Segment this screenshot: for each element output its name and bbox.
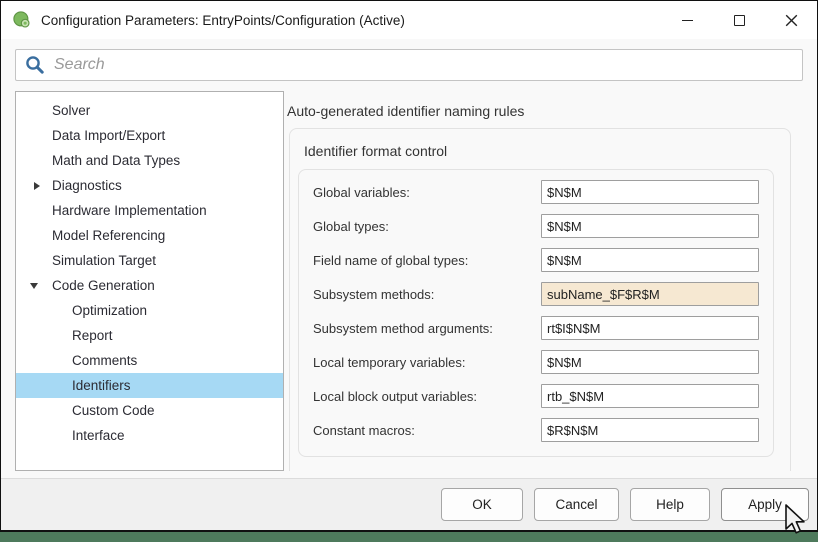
minimize-icon <box>681 19 693 21</box>
field-name-of-global-types-input[interactable] <box>541 248 759 272</box>
category-tree: Solver Data Import/Export Math and Data … <box>15 91 284 471</box>
minimize-button[interactable] <box>661 1 713 39</box>
settings-panel: Auto-generated identifier naming rules I… <box>285 91 815 471</box>
simulink-logo-icon <box>13 11 30 28</box>
sidebar-item-custom-code[interactable]: Custom Code <box>16 398 283 423</box>
field-row-global-types: Global types: <box>313 214 759 238</box>
field-label: Subsystem methods: <box>313 286 435 302</box>
identifier-format-group: Global variables: Global types: Field na… <box>298 169 774 457</box>
close-icon <box>785 14 797 26</box>
sidebar-item-interface[interactable]: Interface <box>16 423 283 448</box>
help-button[interactable]: Help <box>630 488 710 521</box>
field-label: Global types: <box>313 218 389 234</box>
collapsed-arrow-icon[interactable] <box>34 173 48 198</box>
button-bar: OK Cancel Help Apply <box>1 478 817 530</box>
subsystem-method-arguments-input[interactable] <box>541 316 759 340</box>
mouse-arrow-cursor <box>785 504 805 534</box>
field-label: Subsystem method arguments: <box>313 320 493 336</box>
global-types-input[interactable] <box>541 214 759 238</box>
field-row-local-temporary-variables: Local temporary variables: <box>313 350 759 374</box>
maximize-button[interactable] <box>713 1 765 39</box>
field-row-field-name-of-global-types: Field name of global types: <box>313 248 759 272</box>
sidebar-item-comments[interactable]: Comments <box>16 348 283 373</box>
subsystem-methods-input[interactable] <box>541 282 759 306</box>
sidebar-item-hardware-implementation[interactable]: Hardware Implementation <box>16 198 283 223</box>
sidebar-item-label: Code Generation <box>52 278 155 293</box>
sidebar-item-report[interactable]: Report <box>16 323 283 348</box>
field-label: Constant macros: <box>313 422 415 438</box>
configuration-parameters-dialog: Configuration Parameters: EntryPoints/Co… <box>0 0 818 532</box>
sidebar-item-data-import-export[interactable]: Data Import/Export <box>16 123 283 148</box>
naming-rules-group: Identifier format control Global variabl… <box>289 128 791 471</box>
window-title: Configuration Parameters: EntryPoints/Co… <box>41 12 405 28</box>
expanded-arrow-icon[interactable] <box>30 273 44 298</box>
sidebar-item-model-referencing[interactable]: Model Referencing <box>16 223 283 248</box>
search-icon <box>26 56 44 74</box>
sidebar-item-optimization[interactable]: Optimization <box>16 298 283 323</box>
ok-button[interactable]: OK <box>441 488 523 521</box>
maximize-icon <box>733 14 745 26</box>
field-row-subsystem-method-arguments: Subsystem method arguments: <box>313 316 759 340</box>
sidebar-item-identifiers[interactable]: Identifiers <box>16 373 283 398</box>
panel-heading: Auto-generated identifier naming rules <box>287 103 525 119</box>
field-row-constant-macros: Constant macros: <box>313 418 759 442</box>
search-input[interactable] <box>54 56 794 74</box>
field-row-global-variables: Global variables: <box>313 180 759 204</box>
field-label: Local block output variables: <box>313 388 478 404</box>
sidebar-item-code-generation[interactable]: Code Generation <box>16 273 283 298</box>
field-label: Field name of global types: <box>313 252 469 268</box>
constant-macros-input[interactable] <box>541 418 759 442</box>
local-temporary-variables-input[interactable] <box>541 350 759 374</box>
field-label: Global variables: <box>313 184 410 200</box>
sidebar-item-diagnostics[interactable]: Diagnostics <box>16 173 283 198</box>
field-row-local-block-output-variables: Local block output variables: <box>313 384 759 408</box>
search-box[interactable] <box>15 49 803 81</box>
title-bar: Configuration Parameters: EntryPoints/Co… <box>1 1 817 39</box>
sidebar-item-math-and-data-types[interactable]: Math and Data Types <box>16 148 283 173</box>
sidebar-item-solver[interactable]: Solver <box>16 98 283 123</box>
sidebar-item-simulation-target[interactable]: Simulation Target <box>16 248 283 273</box>
window-controls <box>661 1 817 39</box>
cancel-button[interactable]: Cancel <box>534 488 619 521</box>
close-button[interactable] <box>765 1 817 39</box>
search-row <box>15 49 803 81</box>
field-label: Local temporary variables: <box>313 354 466 370</box>
field-row-subsystem-methods: Subsystem methods: <box>313 282 759 306</box>
local-block-output-variables-input[interactable] <box>541 384 759 408</box>
group-title: Identifier format control <box>304 143 448 159</box>
global-variables-input[interactable] <box>541 180 759 204</box>
sidebar-item-label: Diagnostics <box>52 178 122 193</box>
